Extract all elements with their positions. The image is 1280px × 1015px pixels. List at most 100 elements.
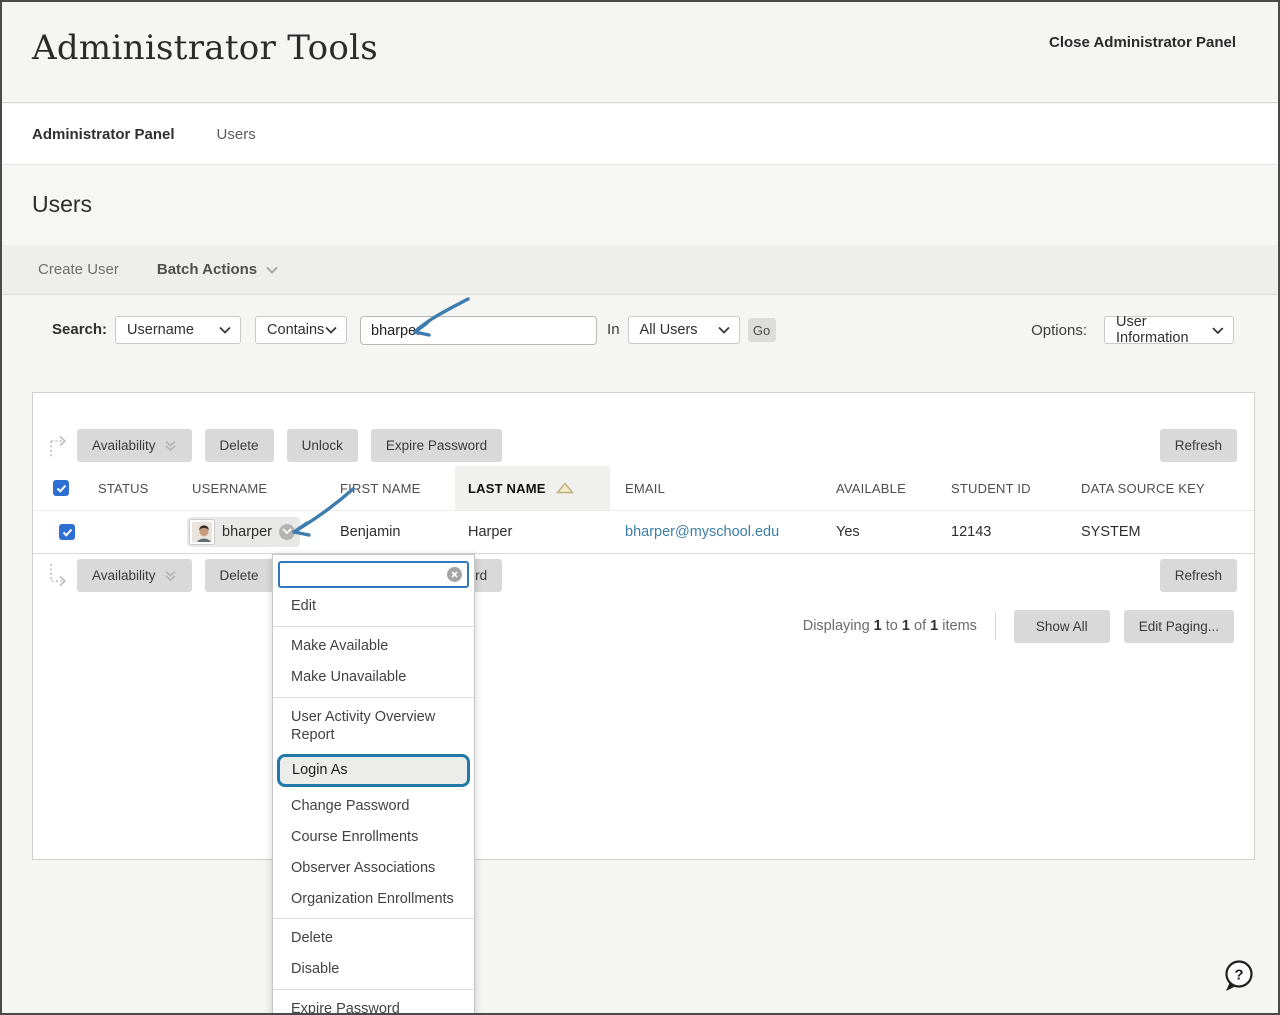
refresh-button-bottom[interactable]: Refresh xyxy=(1160,559,1237,592)
clear-icon[interactable] xyxy=(447,567,462,582)
chevron-down-icon xyxy=(266,266,278,274)
search-field-select[interactable]: Username xyxy=(115,316,241,344)
row-checkbox[interactable] xyxy=(59,524,75,540)
available-cell: Yes xyxy=(836,524,951,540)
column-header-available[interactable]: AVAILABLE xyxy=(836,481,951,496)
administrator-tools-page: Administrator Tools Close Administrator … xyxy=(0,0,1280,1015)
top-header: Administrator Tools Close Administrator … xyxy=(2,2,1278,103)
search-field-value: Username xyxy=(127,322,194,338)
delete-button-bottom[interactable]: Delete xyxy=(205,559,274,592)
menu-item-change-password[interactable]: Change Password xyxy=(273,791,474,822)
apply-to-selection-icon xyxy=(48,562,70,590)
menu-divider xyxy=(273,697,474,698)
search-label: Search: xyxy=(52,316,107,344)
check-icon xyxy=(56,484,67,493)
go-button[interactable]: Go xyxy=(748,318,776,342)
menu-divider xyxy=(273,626,474,627)
page-title: Users xyxy=(32,191,92,218)
apply-to-selection-icon xyxy=(48,432,70,460)
paging-status: Displaying 1 to 1 of 1 items xyxy=(803,618,977,634)
menu-item-make-unavailable[interactable]: Make Unavailable xyxy=(273,662,474,693)
action-toolbar: Create User Batch Actions xyxy=(2,245,1278,295)
menu-item-observer-associations[interactable]: Observer Associations xyxy=(273,853,474,884)
in-label: In xyxy=(607,316,620,344)
search-operator-select[interactable]: Contains xyxy=(255,316,347,344)
table-header-row: STATUS USERNAME FIRST NAME LAST NAME EMA… xyxy=(33,466,1254,510)
search-input[interactable] xyxy=(360,316,597,345)
chevron-down-icon xyxy=(219,326,231,334)
user-context-menu: Edit Make Available Make Unavailable Use… xyxy=(272,554,475,1015)
options-select[interactable]: User Information xyxy=(1104,316,1234,344)
row-context-menu-button[interactable] xyxy=(279,524,295,540)
create-user-button[interactable]: Create User xyxy=(38,261,119,278)
options-group: Options: User Information xyxy=(1031,316,1234,344)
batch-actions-label: Batch Actions xyxy=(157,261,257,278)
menu-item-make-available[interactable]: Make Available xyxy=(273,631,474,662)
expire-password-button[interactable]: Expire Password xyxy=(371,429,502,462)
menu-item-expire-password[interactable]: Expire Password xyxy=(273,994,474,1015)
paging-of-label: of xyxy=(914,618,926,634)
menu-item-edit[interactable]: Edit xyxy=(273,591,474,622)
column-header-username[interactable]: USERNAME xyxy=(192,481,340,496)
availability-label: Availability xyxy=(92,438,156,453)
menu-divider xyxy=(273,918,474,919)
paging-to-label: to xyxy=(886,618,898,634)
menu-divider xyxy=(273,989,474,990)
search-scope-value: All Users xyxy=(640,322,698,338)
column-header-status[interactable]: STATUS xyxy=(98,481,192,496)
menu-item-delete[interactable]: Delete xyxy=(273,923,474,954)
email-link[interactable]: bharper@myschool.edu xyxy=(625,524,779,540)
unlock-button[interactable]: Unlock xyxy=(287,429,358,462)
help-glyph: ? xyxy=(1234,967,1243,984)
paging-items-label: items xyxy=(942,618,977,634)
username-menu-trigger[interactable]: bharper xyxy=(187,517,300,547)
app-title: Administrator Tools xyxy=(32,28,378,68)
refresh-button[interactable]: Refresh xyxy=(1160,429,1237,462)
table-actions-bottom: Availability Delete Unlock Expire Passwo… xyxy=(33,554,1254,592)
email-cell: bharper@myschool.edu xyxy=(625,524,836,540)
data-source-key-cell: SYSTEM xyxy=(1081,524,1254,540)
availability-button[interactable]: Availability xyxy=(77,429,192,462)
column-header-last-name[interactable]: LAST NAME xyxy=(455,466,610,510)
breadcrumb-users[interactable]: Users xyxy=(217,126,256,143)
column-header-email[interactable]: EMAIL xyxy=(625,481,836,496)
availability-button-bottom[interactable]: Availability xyxy=(77,559,192,592)
column-header-data-source-key[interactable]: DATA SOURCE KEY xyxy=(1081,481,1254,496)
chevron-down-icon xyxy=(325,326,337,334)
paging-from: 1 xyxy=(874,618,882,634)
last-name-label: LAST NAME xyxy=(468,481,546,496)
show-all-button[interactable]: Show All xyxy=(1014,610,1110,643)
paging-bar: Displaying 1 to 1 of 1 items Show All Ed… xyxy=(33,608,1254,644)
paging-to: 1 xyxy=(902,618,910,634)
delete-button[interactable]: Delete xyxy=(205,429,274,462)
username-cell: bharper xyxy=(192,517,340,548)
search-scope-select[interactable]: All Users xyxy=(628,316,740,344)
menu-item-organization-enrollments[interactable]: Organization Enrollments xyxy=(273,884,474,915)
help-button[interactable]: ? xyxy=(1220,958,1256,999)
menu-item-user-activity-overview-report[interactable]: User Activity Overview Report xyxy=(273,702,474,752)
chevron-double-down-icon xyxy=(164,570,177,582)
options-value: User Information xyxy=(1116,314,1212,346)
breadcrumb: Administrator Panel Users xyxy=(2,104,1278,165)
paging-displaying-label: Displaying xyxy=(803,618,870,634)
edit-paging-button[interactable]: Edit Paging... xyxy=(1124,610,1234,643)
last-name-cell: Harper xyxy=(468,524,625,540)
menu-item-course-enrollments[interactable]: Course Enrollments xyxy=(273,822,474,853)
chevron-down-icon xyxy=(1212,326,1224,335)
column-header-first-name[interactable]: FIRST NAME xyxy=(340,481,468,496)
search-bar: Search: Username Contains In All Users G… xyxy=(2,296,1278,392)
availability-label: Availability xyxy=(92,568,156,583)
close-admin-panel-link[interactable]: Close Administrator Panel xyxy=(1049,34,1236,51)
menu-filter-input[interactable] xyxy=(278,561,469,588)
column-header-student-id[interactable]: STUDENT ID xyxy=(951,481,1081,496)
breadcrumb-admin-panel[interactable]: Administrator Panel xyxy=(32,126,175,143)
select-all-checkbox[interactable] xyxy=(53,480,69,496)
batch-actions-button[interactable]: Batch Actions xyxy=(157,261,278,278)
menu-item-login-as[interactable]: Login As xyxy=(277,754,470,787)
menu-item-disable[interactable]: Disable xyxy=(273,954,474,985)
users-table-panel: Availability Delete Unlock Expire Passwo… xyxy=(32,392,1255,860)
avatar xyxy=(190,520,214,544)
chevron-double-down-icon xyxy=(164,440,177,452)
options-label: Options: xyxy=(1031,322,1087,339)
check-icon xyxy=(62,528,73,537)
